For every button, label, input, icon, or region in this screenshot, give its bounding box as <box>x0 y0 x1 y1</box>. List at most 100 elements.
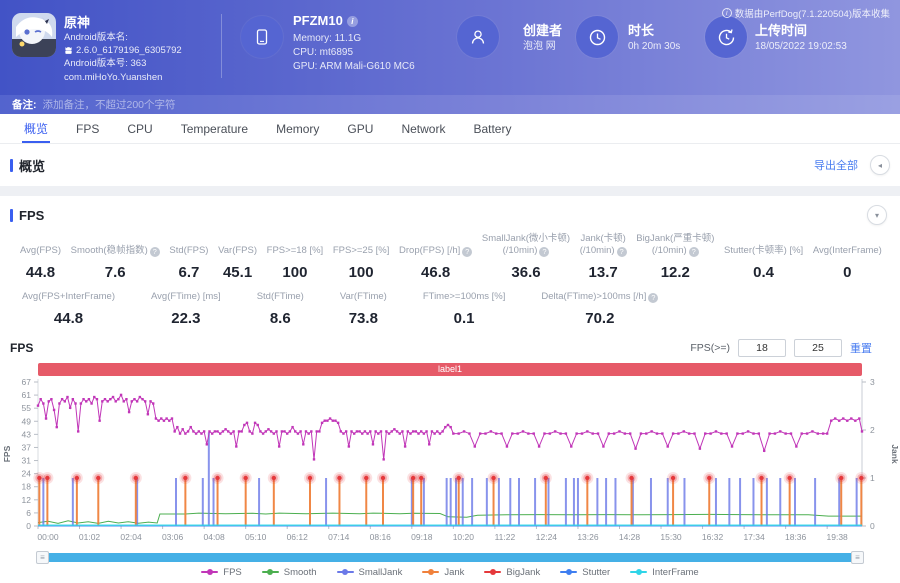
tab-battery[interactable]: Battery <box>459 114 525 143</box>
tab-memory[interactable]: Memory <box>262 114 333 143</box>
tab-temperature[interactable]: Temperature <box>167 114 262 143</box>
help-icon[interactable]: ? <box>648 293 658 303</box>
help-icon[interactable]: ? <box>462 247 472 257</box>
export-all-link[interactable]: 导出全部 <box>814 157 858 173</box>
metric-smooth-: Smooth(稳帧指数)?7.6 <box>71 245 160 281</box>
app-icon <box>12 13 56 57</box>
legend-swatch <box>484 569 501 576</box>
duration-label: 时长 <box>628 20 654 39</box>
title-accent-bar <box>10 159 13 172</box>
metric-label: Var(FPS) <box>218 245 257 257</box>
metric-label: Avg(FTime) [ms] <box>151 291 221 303</box>
svg-text:14:28: 14:28 <box>619 532 641 542</box>
scrollbar-left-handle[interactable]: ≡ <box>36 551 49 564</box>
svg-text:18:36: 18:36 <box>785 532 807 542</box>
svg-text:11:22: 11:22 <box>495 532 516 542</box>
legend-item-interframe[interactable]: InterFrame <box>630 567 698 578</box>
chart-zoom-scrollbar[interactable]: ≡ ≡ <box>38 553 862 562</box>
legend-item-bigjank[interactable]: BigJank <box>484 567 540 578</box>
chart-label-banner[interactable]: label1 <box>38 363 862 376</box>
scrollbar-right-handle[interactable]: ≡ <box>851 551 864 564</box>
fps-threshold-max-input[interactable] <box>794 339 842 357</box>
duration-icon <box>576 16 618 58</box>
metric-ftime-100ms-: FTime>=100ms [%]0.1 <box>423 291 506 327</box>
metric-value: 22.3 <box>171 310 200 327</box>
metric-label: Avg(FPS+InterFrame) <box>22 291 115 303</box>
metric-value: 13.7 <box>589 264 618 281</box>
collapse-left-button[interactable]: ◂ <box>870 155 890 175</box>
legend-item-smalljank[interactable]: SmallJank <box>337 567 403 578</box>
metric-value: 100 <box>282 264 307 281</box>
svg-text:15:30: 15:30 <box>660 532 682 542</box>
svg-text:12: 12 <box>22 494 32 504</box>
help-icon[interactable]: ? <box>539 247 549 257</box>
device-name: PFZM10i <box>293 13 358 28</box>
help-icon[interactable]: ? <box>150 247 160 257</box>
metric-var-ftime-: Var(FTime)73.8 <box>340 291 387 327</box>
device-gpu: GPU: ARM Mali-G610 MC6 <box>293 60 415 74</box>
metric-drop-fps-h-: Drop(FPS) [/h]? 46.8 <box>399 245 472 281</box>
fps-threshold-min-input[interactable] <box>738 339 786 357</box>
metric-value: 36.6 <box>511 264 540 281</box>
chart-label-text: label1 <box>438 364 462 374</box>
svg-text:0: 0 <box>870 521 875 531</box>
tab-cpu[interactable]: CPU <box>113 114 166 143</box>
legend-item-fps[interactable]: FPS <box>201 567 241 578</box>
note-bar[interactable]: 备注: 添加备注，不超过200个字符 <box>0 95 900 114</box>
app-version-info: Android版本名: 2.6.0_6179196_6305792 Androi… <box>64 31 182 70</box>
app-package: com.miHoYo.Yuanshen <box>64 72 162 83</box>
legend-item-smooth[interactable]: Smooth <box>262 567 317 578</box>
legend-swatch <box>262 569 279 576</box>
metric-value: 46.8 <box>421 264 450 281</box>
metric-label: SmallJank(微小卡顿)(/10min)? <box>482 233 570 257</box>
collapse-down-button[interactable]: ▾ <box>867 205 887 225</box>
duration-value: 0h 20m 30s <box>628 40 680 54</box>
svg-text:10:20: 10:20 <box>453 532 475 542</box>
device-info-icon[interactable]: i <box>347 16 358 27</box>
fps-metrics-row-2: Avg(FPS+InterFrame) 44.8 Avg(FTime) [ms] 22… <box>0 291 900 327</box>
metric-label: FTime>=100ms [%] <box>423 291 506 303</box>
device-specs: Memory: 11.1G CPU: mt6895 GPU: ARM Mali-… <box>293 32 415 74</box>
svg-text:16:32: 16:32 <box>702 532 724 542</box>
svg-text:09:18: 09:18 <box>411 532 433 542</box>
svg-text:0: 0 <box>26 521 31 531</box>
metric-value: 70.2 <box>585 310 614 327</box>
overview-section-header: 概览 导出全部 ◂ <box>0 144 900 186</box>
fps-line-chart[interactable]: 67615549433731241812603210FPSJank00:0001… <box>0 376 900 548</box>
app-title: 原神 <box>64 12 90 31</box>
metric-label: FPS>=25 [%] <box>333 245 390 257</box>
metric-label: Std(FTime) <box>257 291 304 303</box>
metric-value: 44.8 <box>54 310 83 327</box>
tab-概览[interactable]: 概览 <box>10 114 62 143</box>
android-version-code: Android版本号: 363 <box>64 57 182 70</box>
metric-value: 0.4 <box>753 264 774 281</box>
metric-value: 6.7 <box>179 264 200 281</box>
overview-title: 概览 <box>10 156 45 175</box>
metric-label: Drop(FPS) [/h]? <box>399 245 472 257</box>
legend-label: FPS <box>223 567 241 578</box>
help-icon[interactable]: ? <box>689 247 699 257</box>
fps-filter-label: FPS(>=) <box>690 342 730 354</box>
metric-label: Smooth(稳帧指数)? <box>71 245 160 257</box>
tab-network[interactable]: Network <box>387 114 459 143</box>
tab-fps[interactable]: FPS <box>62 114 113 143</box>
legend-item-stutter[interactable]: Stutter <box>560 567 610 578</box>
metric-label: Stutter(卡顿率) [%] <box>724 245 803 257</box>
upload-time-label: 上传时间 <box>755 20 807 39</box>
legend-item-jank[interactable]: Jank <box>422 567 464 578</box>
svg-text:05:10: 05:10 <box>245 532 267 542</box>
fps-panel-title: FPS <box>10 208 44 223</box>
device-memory: Memory: 11.1G <box>293 32 415 46</box>
report-header: 原神 Android版本名: 2.6.0_6179196_6305792 And… <box>0 0 900 95</box>
tab-gpu[interactable]: GPU <box>333 114 387 143</box>
svg-text:18: 18 <box>22 481 32 491</box>
metric-label: Avg(InterFrame) <box>813 245 882 257</box>
metric-label: Std(FPS) <box>169 245 208 257</box>
help-icon[interactable]: ? <box>617 247 627 257</box>
header-divider <box>221 14 222 78</box>
metric-label: FPS>=18 [%] <box>267 245 324 257</box>
reset-link[interactable]: 重置 <box>850 340 872 356</box>
creator-icon <box>457 16 499 58</box>
svg-text:37: 37 <box>22 442 32 452</box>
creator-value: 泡泡 网 <box>523 40 556 54</box>
